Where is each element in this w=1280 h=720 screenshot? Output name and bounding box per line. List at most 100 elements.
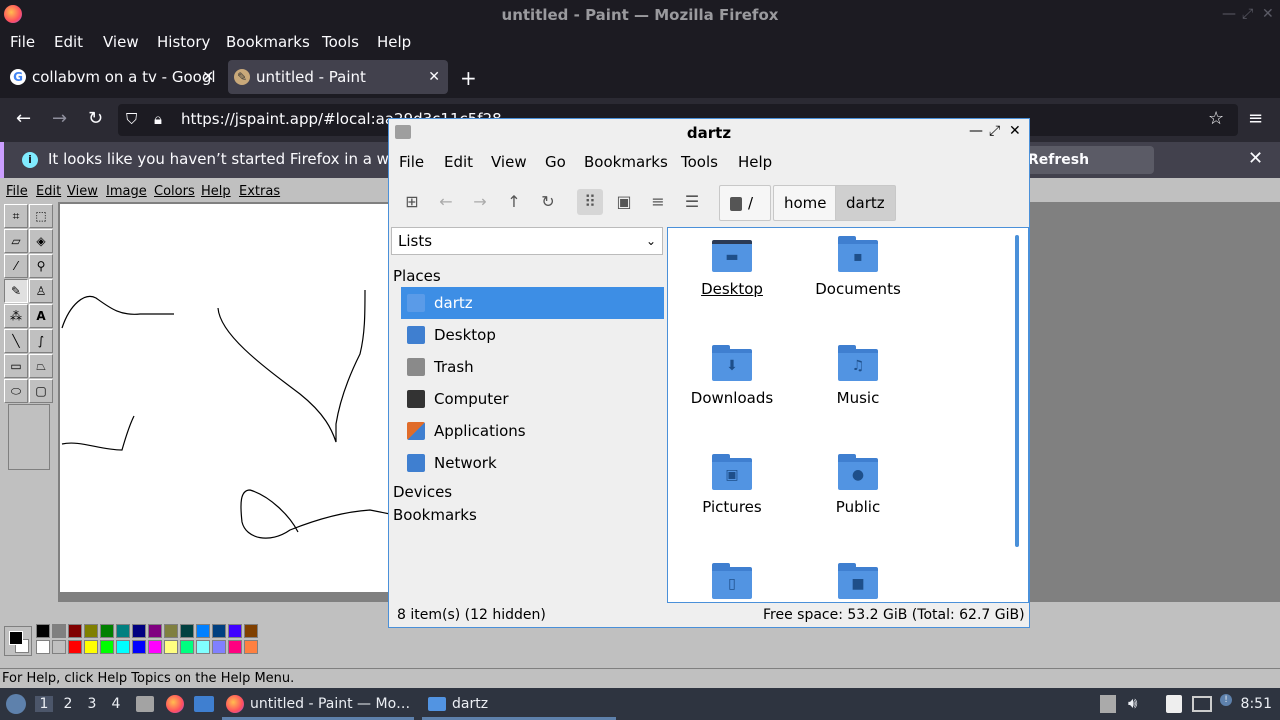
network-tray-icon[interactable]: [1192, 696, 1212, 712]
palette-swatch[interactable]: [116, 624, 130, 638]
clipboard-icon[interactable]: [1166, 695, 1182, 713]
folder-item-desktop[interactable]: ▬ Desktop: [672, 236, 792, 298]
folder-item-music[interactable]: ♫ Music: [798, 345, 918, 407]
compact-view-icon[interactable]: ≡: [645, 189, 671, 215]
tab-collabvm[interactable]: G collabvm on a tv - Googl ✕: [4, 60, 222, 94]
paint-menu-file[interactable]: File: [6, 184, 28, 199]
polygon-tool-icon[interactable]: ⏢: [29, 354, 53, 378]
clock[interactable]: 8:51: [1241, 696, 1272, 712]
palette-swatch[interactable]: [84, 640, 98, 654]
forward-icon[interactable]: →: [52, 108, 67, 129]
fm-maximize-icon[interactable]: ⤢: [989, 123, 1000, 139]
palette-swatch[interactable]: [100, 624, 114, 638]
eraser-tool-icon[interactable]: ▱: [4, 229, 28, 253]
sidebar-item-trash[interactable]: Trash: [401, 351, 664, 383]
rounded-rect-tool-icon[interactable]: ▢: [29, 379, 53, 403]
fm-menu-bookmarks[interactable]: Bookmarks: [584, 153, 668, 171]
palette-swatch[interactable]: [52, 624, 66, 638]
paint-menu-edit[interactable]: Edit: [36, 184, 61, 199]
workspace-1[interactable]: 1: [35, 696, 53, 712]
sidebar-item-computer[interactable]: Computer: [401, 383, 664, 415]
folder-item-templates[interactable]: ▯: [672, 563, 792, 599]
fm-menu-help[interactable]: Help: [738, 153, 772, 171]
refresh-firefox-button[interactable]: Refresh Firefox…: [1016, 146, 1154, 196]
color-picker-tool-icon[interactable]: ⁄: [4, 254, 28, 278]
sidebar-item-dartz[interactable]: dartz: [401, 287, 664, 319]
folder-item-downloads[interactable]: ⬇ Downloads: [672, 345, 792, 407]
palette-swatch[interactable]: [68, 624, 82, 638]
drawing-canvas[interactable]: [60, 204, 391, 592]
palette-swatch[interactable]: [148, 640, 162, 654]
tool-options[interactable]: [8, 404, 50, 470]
back-icon[interactable]: ←: [16, 108, 31, 129]
palette-swatch[interactable]: [116, 640, 130, 654]
palette-swatch[interactable]: [36, 624, 50, 638]
brush-tool-icon[interactable]: ♙: [29, 279, 53, 303]
sidebar-item-desktop[interactable]: Desktop: [401, 319, 664, 351]
breadcrumb-home[interactable]: home: [773, 185, 838, 221]
app-menu-icon[interactable]: ≡: [1248, 108, 1263, 129]
task-dartz[interactable]: dartz: [422, 688, 616, 720]
magnifier-tool-icon[interactable]: ⚲: [29, 254, 53, 278]
site-info-icon[interactable]: ⛉: [126, 110, 137, 128]
palette-swatch[interactable]: [132, 640, 146, 654]
tray-updates-icon[interactable]: [1100, 695, 1116, 713]
folder-item-public[interactable]: ● Public: [798, 454, 918, 516]
palette-swatch[interactable]: [132, 624, 146, 638]
palette-swatch[interactable]: [180, 624, 194, 638]
fm-menu-edit[interactable]: Edit: [444, 153, 473, 171]
palette-swatch[interactable]: [212, 640, 226, 654]
rectangle-tool-icon[interactable]: ▭: [4, 354, 28, 378]
palette-swatch[interactable]: [244, 640, 258, 654]
menu-help[interactable]: Help: [377, 33, 411, 51]
ellipse-tool-icon[interactable]: ⬭: [4, 379, 28, 403]
fm-close-icon[interactable]: ✕: [1009, 123, 1021, 139]
menu-history[interactable]: History: [157, 33, 210, 51]
breadcrumb-root[interactable]: /: [719, 185, 771, 221]
workspace-4[interactable]: 4: [107, 696, 125, 712]
free-select-tool-icon[interactable]: ⌗: [4, 204, 28, 228]
palette-swatch[interactable]: [100, 640, 114, 654]
detailed-view-icon[interactable]: ☰: [679, 189, 705, 215]
side-pane-select[interactable]: Lists ⌄: [391, 227, 663, 255]
menu-file[interactable]: File: [10, 33, 35, 51]
desktop-launcher-icon[interactable]: [194, 696, 214, 712]
palette-swatch[interactable]: [228, 640, 242, 654]
paint-menu-colors[interactable]: Colors: [154, 184, 195, 199]
pencil-tool-icon[interactable]: ✎: [4, 279, 28, 303]
fm-menu-file[interactable]: File: [399, 153, 424, 171]
menu-bookmarks[interactable]: Bookmarks: [226, 33, 310, 51]
palette-swatch[interactable]: [164, 624, 178, 638]
fm-menu-view[interactable]: View: [491, 153, 527, 171]
workspace-2[interactable]: 2: [59, 696, 77, 712]
parent-folder-icon[interactable]: ↑: [501, 189, 527, 215]
curve-tool-icon[interactable]: ∫: [29, 329, 53, 353]
menu-view[interactable]: View: [103, 33, 139, 51]
paint-menu-help[interactable]: Help: [201, 184, 231, 199]
palette-swatch[interactable]: [196, 624, 210, 638]
palette-swatch[interactable]: [36, 640, 50, 654]
menu-edit[interactable]: Edit: [54, 33, 83, 51]
close-notification-icon[interactable]: ✕: [1248, 148, 1263, 169]
palette-swatch[interactable]: [196, 640, 210, 654]
fm-minimize-icon[interactable]: —: [969, 123, 983, 139]
menu-tools[interactable]: Tools: [322, 33, 359, 51]
icon-view-icon[interactable]: ⠿: [577, 189, 603, 215]
forward-icon[interactable]: →: [467, 189, 493, 215]
reload-icon[interactable]: ↻: [535, 189, 561, 215]
devices-heading[interactable]: Devices: [393, 483, 452, 501]
lock-icon[interactable]: 🔒︎: [154, 110, 162, 128]
bookmarks-heading[interactable]: Bookmarks: [393, 506, 477, 524]
palette-swatch[interactable]: [148, 624, 162, 638]
close-window-icon[interactable]: ✕: [1262, 6, 1274, 22]
start-menu-icon[interactable]: [6, 694, 26, 714]
folder-item-documents[interactable]: ▪ Documents: [798, 236, 918, 298]
workspace-3[interactable]: 3: [83, 696, 101, 712]
airbrush-tool-icon[interactable]: ⁂: [4, 304, 28, 328]
rect-select-tool-icon[interactable]: ⬚: [29, 204, 53, 228]
folder-item-videos[interactable]: ■: [798, 563, 918, 599]
volume-icon[interactable]: 🔊︎: [1128, 694, 1137, 712]
tab-paint[interactable]: ✎ untitled - Paint ✕: [228, 60, 448, 94]
palette-swatch[interactable]: [180, 640, 194, 654]
paint-menu-extras[interactable]: Extras: [239, 184, 280, 199]
